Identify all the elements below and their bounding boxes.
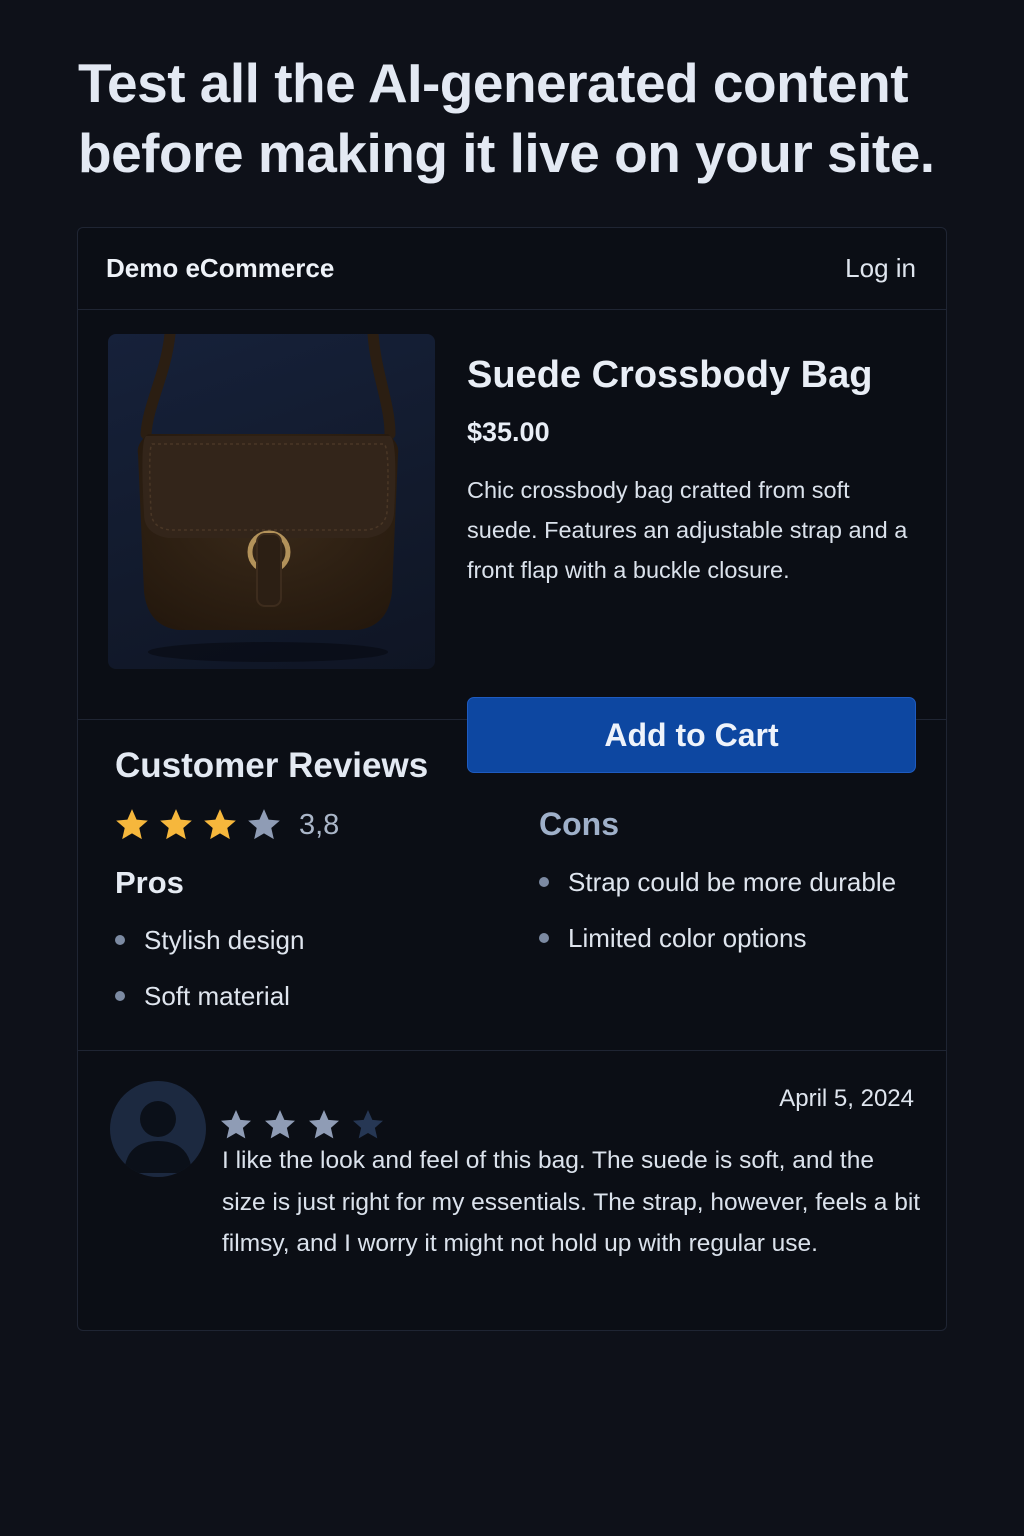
star-filled-icon [160,809,192,840]
star-filled-icon [221,1110,251,1139]
bullet-icon [115,935,125,945]
store-navbar: Demo eCommerce Log in [78,228,946,310]
product-image [108,334,435,669]
rating-value: 3,8 [299,808,340,841]
cons-list: Strap could be more durable Limited colo… [539,854,896,966]
average-rating: 3,8 [113,806,339,844]
product-title: Suede Crossbody Bag [467,354,873,396]
reviews-title: Customer Reviews [115,746,429,785]
review-rating [218,1107,386,1143]
store-preview-card: Demo eCommerce Log in Suede Crossbody Ba… [77,227,947,1331]
list-item: Limited color options [539,910,896,966]
product-section: Suede Crossbody Bag $35.00 Chic crossbod… [78,310,946,773]
store-brand[interactable]: Demo eCommerce [106,253,334,284]
star-filled-icon [309,1110,339,1139]
customer-reviews-section: Customer Reviews 3,8 Pros Stylish design… [78,720,946,1051]
product-price: $35.00 [467,417,550,447]
star-empty-icon [353,1110,383,1139]
star-filled-icon [204,809,236,840]
cons-heading: Cons [539,806,619,842]
list-item: Soft material [115,968,304,1024]
bullet-icon [115,991,125,1001]
list-item: Strap could be more durable [539,854,896,910]
star-filled-icon [265,1110,295,1139]
bullet-icon [539,877,549,887]
review-date: April 5, 2024 [779,1085,914,1112]
user-avatar-icon [110,1081,206,1177]
pros-list: Stylish design Soft material [115,912,304,1024]
bullet-icon [539,933,549,943]
customer-review: April 5, 2024 I like the look and feel o… [78,1051,946,1331]
review-text: I like the look and feel of this bag. Th… [222,1147,921,1257]
product-info: Suede Crossbody Bag $35.00 Chic crossbod… [467,354,917,590]
page-headline: Test all the AI-generated content before… [78,52,935,184]
product-description: Chic crossbody bag cratted from soft sue… [467,477,908,583]
pros-heading: Pros [115,865,184,900]
login-link[interactable]: Log in [845,253,916,284]
list-item: Stylish design [115,912,304,968]
star-empty-icon [248,809,280,840]
crossbody-bag-photo [137,334,399,662]
star-filled-icon [116,809,148,840]
